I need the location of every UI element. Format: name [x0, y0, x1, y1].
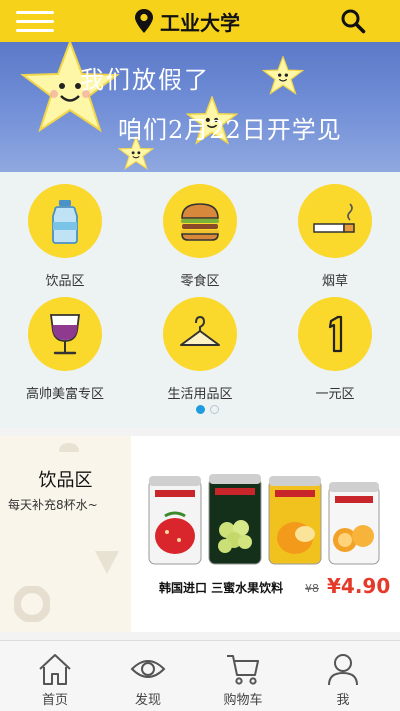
cart-icon — [227, 655, 259, 685]
top-bar: 工业大学 — [0, 0, 400, 42]
decorative-pattern-icon — [59, 443, 79, 452]
burger-icon — [181, 203, 219, 241]
promo-subtitle: 每天补充8杯水~ — [8, 498, 98, 512]
page-indicator — [196, 405, 219, 414]
original-price: ¥8 — [305, 582, 319, 595]
promo-category-card[interactable]: 饮品区 每天补充8杯水~ — [0, 436, 131, 632]
juice-cans-image — [148, 474, 380, 565]
cigarette-icon — [313, 203, 355, 233]
product-name: 韩国进口 三蜜水果饮料 — [159, 581, 284, 595]
tab-cart[interactable]: 购物车 — [193, 641, 293, 711]
promo-banner[interactable]: 我们放假了 咱们2月22日开学见 — [0, 42, 400, 172]
drinks-promo-section: 饮品区 每天补充8杯水~ 韩国进口 三蜜水果饮料 ¥8 ¥4.90 — [0, 436, 400, 632]
location-name: 工业大学 — [160, 10, 240, 35]
location-selector[interactable]: 工业大学 — [134, 6, 240, 36]
search-icon[interactable] — [340, 8, 366, 34]
wine-glass-icon — [49, 314, 81, 355]
sale-price: ¥4.90 — [327, 574, 391, 598]
category-label: 饮品区 — [45, 274, 85, 289]
home-icon — [39, 654, 71, 685]
tab-label: 我 — [336, 693, 350, 708]
tab-label: 首页 — [41, 693, 68, 708]
category-one-yuan[interactable]: 一元区 — [280, 297, 390, 402]
smiling-star-icon — [262, 56, 304, 96]
banner-headline: 我们放假了 — [80, 66, 210, 94]
tab-home[interactable]: 首页 — [5, 641, 105, 711]
category-drinks[interactable]: 饮品区 — [10, 184, 120, 289]
decorative-donut-icon — [14, 586, 50, 622]
tab-label: 购物车 — [223, 693, 263, 708]
promo-product-card[interactable]: 韩国进口 三蜜水果饮料 ¥8 ¥4.90 — [131, 436, 400, 632]
tab-discover[interactable]: 发现 — [98, 641, 198, 711]
hanger-icon — [180, 315, 220, 346]
banner-subline: 咱们2月22日开学见 — [118, 116, 342, 144]
category-tobacco[interactable]: 烟草 — [280, 184, 390, 289]
category-premium[interactable]: 高帅美富专区 — [10, 297, 120, 402]
tab-me[interactable]: 我 — [293, 641, 393, 711]
user-icon — [328, 654, 358, 686]
category-label: 一元区 — [315, 387, 355, 402]
page-dot-active[interactable] — [196, 405, 205, 414]
category-label: 高帅美富专区 — [25, 387, 104, 402]
page-dot[interactable] — [210, 405, 219, 414]
menu-icon[interactable] — [16, 9, 54, 33]
decorative-pizza-icon — [95, 551, 119, 574]
number-one-icon — [328, 315, 343, 353]
category-label: 零食区 — [180, 274, 220, 289]
category-snacks[interactable]: 零食区 — [145, 184, 255, 289]
eye-icon — [130, 660, 166, 678]
water-bottle-icon — [52, 200, 78, 244]
category-grid: 饮品区 零食区 烟草 高帅美富专区 生活用品区 一元区 — [0, 172, 400, 428]
bottom-tab-bar: 首页 发现 购物车 我 — [0, 640, 400, 711]
category-label: 烟草 — [321, 274, 348, 289]
location-pin-icon — [135, 9, 153, 33]
category-daily-goods[interactable]: 生活用品区 — [145, 297, 255, 402]
tab-label: 发现 — [134, 693, 161, 708]
promo-title: 饮品区 — [38, 470, 93, 491]
category-label: 生活用品区 — [167, 387, 233, 402]
